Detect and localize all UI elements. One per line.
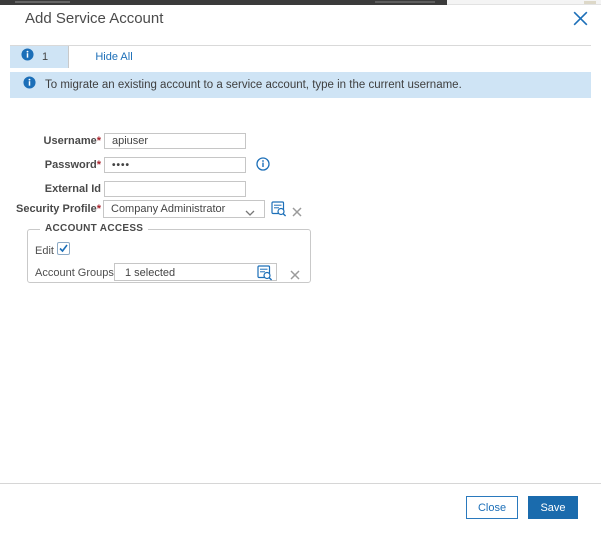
add-service-account-dialog: Add Service Account 1 Hide All To migrat… bbox=[0, 0, 601, 536]
account-groups-value: 1 selected bbox=[125, 267, 176, 279]
security-profile-clear-icon[interactable] bbox=[292, 204, 302, 222]
info-banner-message: To migrate an existing account to a serv… bbox=[45, 79, 462, 91]
background-bar-fragment bbox=[15, 1, 70, 3]
password-field[interactable] bbox=[104, 157, 246, 173]
background-app-bar bbox=[0, 0, 601, 5]
background-bar-light bbox=[447, 0, 601, 5]
username-field[interactable] bbox=[104, 133, 246, 149]
password-label: Password* bbox=[44, 159, 101, 171]
chevron-down-icon bbox=[245, 207, 255, 219]
dialog-title: Add Service Account bbox=[25, 10, 164, 27]
password-info-icon[interactable] bbox=[256, 157, 270, 176]
edit-label: Edit bbox=[35, 245, 54, 257]
info-banner: To migrate an existing account to a serv… bbox=[10, 72, 591, 98]
account-access-legend: ACCOUNT ACCESS bbox=[40, 223, 149, 234]
info-icon bbox=[21, 48, 34, 66]
account-groups-clear-icon[interactable] bbox=[290, 267, 300, 285]
account-groups-label: Account Groups* bbox=[35, 267, 118, 279]
external-id-label: External Id bbox=[44, 183, 101, 195]
save-button[interactable]: Save bbox=[528, 496, 578, 519]
security-profile-selected-option: Company Administrator bbox=[111, 203, 226, 215]
edit-checkbox[interactable] bbox=[57, 242, 70, 255]
tab-info-messages[interactable]: 1 bbox=[10, 46, 68, 68]
close-icon[interactable] bbox=[573, 11, 589, 27]
tab-hide-all[interactable]: Hide All bbox=[69, 46, 159, 68]
info-icon bbox=[23, 76, 36, 94]
external-id-field[interactable] bbox=[104, 181, 246, 197]
security-profile-label: Security Profile* bbox=[16, 203, 101, 215]
security-profile-lookup-icon[interactable] bbox=[271, 201, 287, 222]
account-groups-lookup-icon[interactable] bbox=[257, 265, 273, 286]
account-groups-field[interactable]: 1 selected bbox=[114, 263, 277, 281]
background-bar-fragment bbox=[375, 1, 435, 3]
username-label: Username* bbox=[43, 135, 101, 147]
info-tab-count: 1 bbox=[42, 51, 49, 63]
close-button[interactable]: Close bbox=[466, 496, 518, 519]
security-profile-select[interactable]: Company Administrator bbox=[103, 200, 265, 218]
background-bar-fragment bbox=[584, 1, 596, 4]
footer-divider bbox=[0, 483, 601, 484]
